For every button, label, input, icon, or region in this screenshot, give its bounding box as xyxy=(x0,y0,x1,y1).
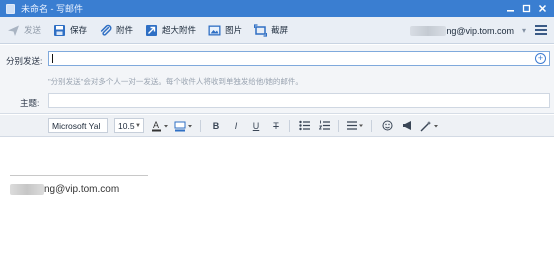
font-family-select[interactable]: Microsoft Yal xyxy=(48,118,108,133)
account-email: ng@vip.tom.com xyxy=(446,25,514,36)
font-family-value: Microsoft Yal xyxy=(52,120,101,131)
signature: ng@vip.tom.com xyxy=(10,184,119,195)
super-attach-button[interactable]: 超大附件 xyxy=(140,19,201,41)
strikethrough-button[interactable]: T xyxy=(269,118,283,133)
bullet-list-icon xyxy=(299,120,310,131)
send-button[interactable]: 发送 xyxy=(2,19,46,41)
recipients-input[interactable]: + xyxy=(48,51,550,66)
save-icon xyxy=(53,24,66,37)
signature-redacted xyxy=(10,184,44,195)
close-icon[interactable] xyxy=(534,2,550,16)
image-button[interactable]: 图片 xyxy=(203,19,247,41)
maximize-icon[interactable] xyxy=(518,2,534,16)
emoji-button[interactable] xyxy=(380,118,394,133)
message-body-editor[interactable]: ng@vip.tom.com xyxy=(0,138,554,270)
highlight-color-button[interactable] xyxy=(174,118,194,133)
highlight-icon xyxy=(174,121,192,131)
format-toolbar: Microsoft Yal 10.5 ▼ A B I U T xyxy=(0,115,554,137)
minimize-icon[interactable] xyxy=(502,2,518,16)
numbered-list-icon xyxy=(319,120,330,130)
bullet-list-button[interactable] xyxy=(298,118,312,133)
image-icon xyxy=(208,24,221,37)
font-size-select[interactable]: 10.5 ▼ xyxy=(114,118,144,133)
magic-wand-icon xyxy=(420,120,438,131)
send-separately-hint: "分别发送"会对多个人一对一发送。每个收件人将收到单独发给他/她的邮件。 xyxy=(48,77,303,86)
subject-label: 主题: xyxy=(20,98,40,108)
magic-button[interactable] xyxy=(420,118,440,133)
emoji-icon xyxy=(382,120,392,131)
signature-email: ng@vip.tom.com xyxy=(44,184,120,195)
add-contact-icon[interactable]: + xyxy=(535,53,546,64)
app-icon xyxy=(6,3,15,14)
svg-text:A: A xyxy=(153,120,159,130)
divider xyxy=(338,119,339,132)
screenshot-icon xyxy=(254,23,268,37)
chevron-down-icon: ▼ xyxy=(135,122,141,129)
chevron-down-icon: ▾ xyxy=(521,26,526,35)
menu-icon[interactable] xyxy=(534,23,548,37)
account-selector[interactable]: ng@vip.tom.com ▾ xyxy=(410,22,526,39)
paperclip-icon xyxy=(99,24,112,37)
save-label: 保存 xyxy=(70,25,88,35)
megaphone-icon xyxy=(402,121,411,130)
divider xyxy=(200,119,201,132)
font-size-value: 10.5 xyxy=(118,120,135,131)
window-controls xyxy=(502,2,550,16)
underline-button[interactable]: U xyxy=(249,118,263,133)
title-bar: 未命名 - 写邮件 xyxy=(0,0,554,17)
large-file-icon xyxy=(145,24,158,37)
font-color-icon: A xyxy=(152,120,168,131)
bold-button[interactable]: B xyxy=(209,118,223,133)
super-attach-label: 超大附件 xyxy=(162,25,197,35)
divider xyxy=(371,119,372,132)
screenshot-label: 截屏 xyxy=(271,25,289,35)
italic-button[interactable]: I xyxy=(229,118,243,133)
text-caret xyxy=(52,54,53,63)
window-title: 未命名 - 写邮件 xyxy=(21,4,83,14)
compose-header: 分别发送: + "分别发送"会对多个人一对一发送。每个收件人将收到单独发给他/她… xyxy=(0,45,554,114)
main-toolbar: 发送 保存 附件 超大附件 图片 截屏 ng@vip.tom.com ▾ xyxy=(0,17,554,44)
send-icon xyxy=(7,24,20,37)
image-label: 图片 xyxy=(225,25,243,35)
signature-divider xyxy=(10,175,148,176)
subject-input[interactable] xyxy=(48,93,550,108)
to-label: 分别发送: xyxy=(6,56,43,66)
font-color-button[interactable]: A xyxy=(152,118,170,133)
attach-button[interactable]: 附件 xyxy=(94,19,138,41)
save-button[interactable]: 保存 xyxy=(48,19,92,41)
account-redacted xyxy=(410,25,447,36)
numbered-list-button[interactable] xyxy=(318,118,332,133)
attach-label: 附件 xyxy=(116,25,134,35)
align-button[interactable] xyxy=(347,118,365,133)
screenshot-button[interactable]: 截屏 xyxy=(249,19,293,41)
divider xyxy=(289,119,290,132)
announce-button[interactable] xyxy=(400,118,414,133)
align-icon xyxy=(347,121,363,130)
send-label: 发送 xyxy=(24,25,42,35)
